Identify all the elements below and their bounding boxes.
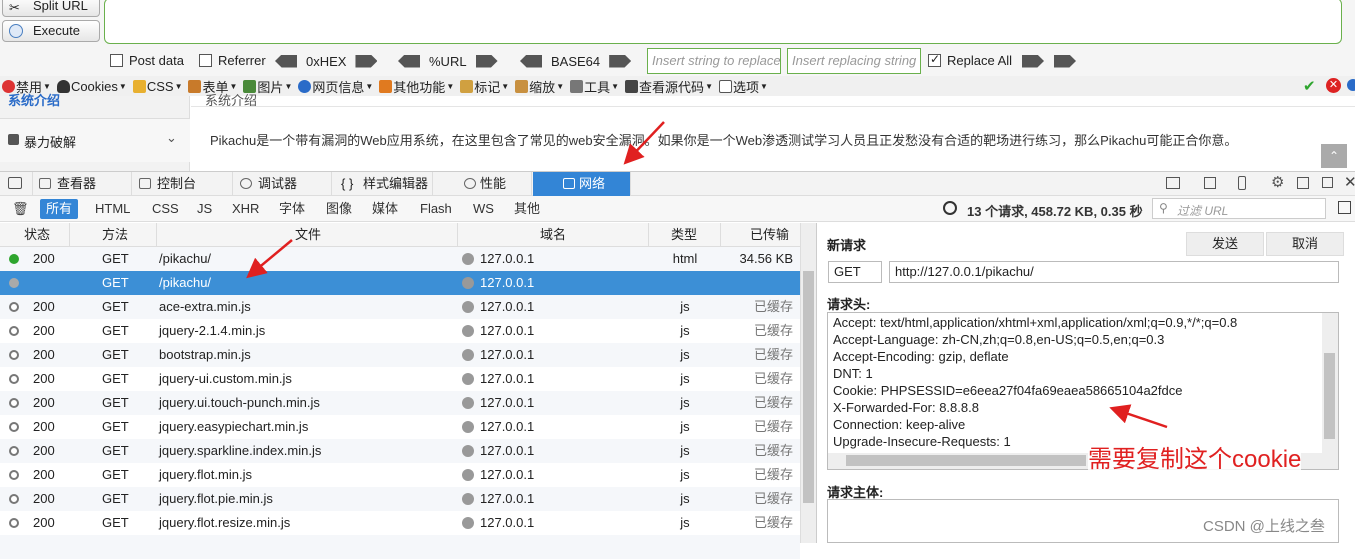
- annotation-text: 需要复制这个cookie: [1088, 439, 1302, 474]
- watermark: CSDN @上线之叁: [1203, 518, 1325, 535]
- arrow-to-cookie: [1109, 404, 1168, 429]
- arrow-to-page: [623, 121, 665, 165]
- arrow-to-request: [246, 239, 293, 279]
